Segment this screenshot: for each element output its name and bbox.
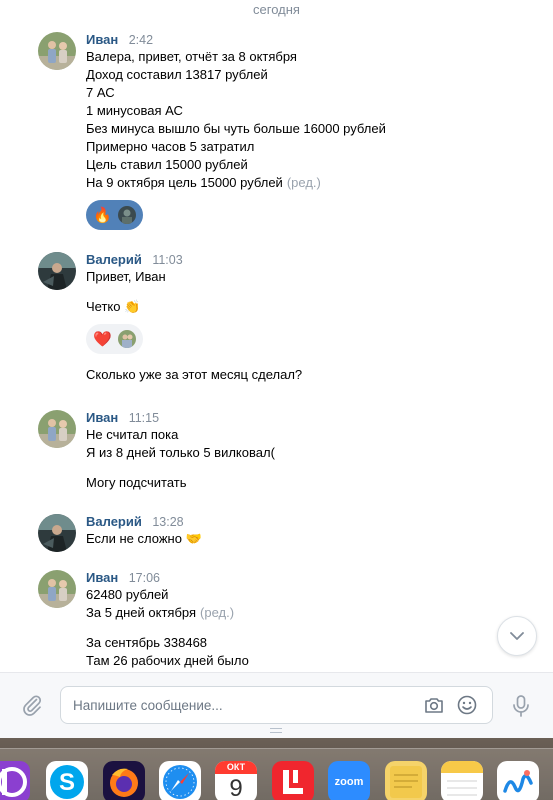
avatar-ivan[interactable] xyxy=(38,32,76,70)
fire-reaction-icon: 🔥 xyxy=(93,206,112,224)
message-text: На 9 октября цель 15000 рублей xyxy=(86,175,283,190)
message-text-line: Если не сложно 🤝 xyxy=(86,531,202,546)
emoji-button[interactable] xyxy=(455,693,479,717)
message-text-line: Привет, Иван xyxy=(86,269,166,284)
svg-text:S: S xyxy=(59,769,75,796)
message-text-line: Могу подсчитать xyxy=(86,475,187,490)
skype-icon: S xyxy=(50,765,84,799)
message-author[interactable]: Иван xyxy=(86,570,118,585)
message-text-line: 1 минусовая АС xyxy=(86,103,183,118)
camera-icon xyxy=(425,698,443,713)
reactions-bar[interactable]: ❤️ xyxy=(86,324,143,354)
message-text-line: Четко 👏 xyxy=(86,299,141,314)
calendar-month: ОКТ xyxy=(215,761,257,774)
message-text-line: Цель ставил 15000 рублей xyxy=(86,157,248,172)
message-text-line: 62480 рублей xyxy=(86,587,169,602)
dock-app-freeform[interactable] xyxy=(497,761,539,800)
message-time: 13:28 xyxy=(152,515,184,529)
zoom-label: zoom xyxy=(334,776,364,788)
dock-app-red-l[interactable] xyxy=(272,761,314,800)
app-l-icon xyxy=(283,770,303,794)
message-author[interactable]: Валерий xyxy=(86,514,142,529)
message-text-line: Сколько уже за этот месяц сделал? xyxy=(86,367,303,382)
chevron-down-icon xyxy=(510,631,524,640)
chat-history[interactable]: сегодня Иван 2:42 Валера, привет, отчёт … xyxy=(0,0,553,672)
message-text-line: Без минуса вышло бы чуть больше 16000 ру… xyxy=(86,121,386,136)
freeform-icon xyxy=(503,770,533,793)
camera-button[interactable] xyxy=(422,693,446,717)
message-ivan-3: Иван 17:06 62480 рублей За 5 дней октябр… xyxy=(38,570,533,670)
attach-button[interactable] xyxy=(20,693,44,717)
edited-label: (ред.) xyxy=(286,175,321,190)
safari-icon xyxy=(163,765,197,799)
edited-label: (ред.) xyxy=(200,605,235,620)
message-text-line: 7 АС xyxy=(86,85,115,100)
message-text-line: Примерно часов 5 затратил xyxy=(86,139,255,154)
reactor-avatar xyxy=(117,330,136,348)
scroll-to-bottom-button[interactable] xyxy=(497,616,537,656)
message-text-line: Валера, привет, отчёт за 8 октября xyxy=(86,49,297,64)
message-text-line: Доход составил 13817 рублей xyxy=(86,67,268,82)
message-ivan-1: Иван 2:42 Валера, привет, отчёт за 8 окт… xyxy=(38,32,533,242)
message-composer xyxy=(0,672,553,738)
smile-icon xyxy=(457,695,477,715)
dock-app-safari[interactable] xyxy=(159,761,201,800)
calendar-day: 9 xyxy=(229,775,243,800)
message-text-line: За сентябрь 338468 xyxy=(86,635,208,650)
dock-app-stickies[interactable] xyxy=(385,761,427,800)
app-d-icon xyxy=(0,767,27,797)
avatar-valeriy[interactable] xyxy=(38,514,76,552)
microphone-icon xyxy=(513,695,529,717)
message-time: 2:42 xyxy=(128,33,154,47)
dock: S ОКТ 9 zoom xyxy=(0,738,553,800)
reactor-avatar xyxy=(117,206,136,224)
message-text: За 5 дней октября xyxy=(86,605,197,620)
date-separator: сегодня xyxy=(253,2,300,17)
avatar-ivan[interactable] xyxy=(38,410,76,448)
message-valeriy-1: Валерий 11:03 Привет, Иван Четко 👏 ❤️ Ск… xyxy=(38,252,533,392)
message-text-line: За 5 дней октября (ред.) xyxy=(86,604,533,622)
message-text-line: На 9 октября цель 15000 рублей (ред.) xyxy=(86,174,533,192)
message-input-box xyxy=(60,686,493,724)
message-time: 11:03 xyxy=(152,253,183,267)
message-text-line: Я из 8 дней только 5 вилковал( xyxy=(86,445,275,460)
message-ivan-2: Иван 11:15 Не считал пока Я из 8 дней то… xyxy=(38,410,533,500)
dock-app-skype[interactable]: S xyxy=(46,761,88,800)
reactions-bar[interactable]: 🔥 xyxy=(86,200,143,230)
message-author[interactable]: Валерий xyxy=(86,252,142,267)
message-valeriy-2: Валерий 13:28 Если не сложно 🤝 xyxy=(38,514,533,554)
message-text-line: Там 26 рабочих дней было xyxy=(86,653,249,668)
dock-app-notes[interactable] xyxy=(441,761,483,800)
stickies-icon xyxy=(390,766,422,798)
firefox-icon xyxy=(110,768,138,797)
voice-message-button[interactable] xyxy=(509,693,533,719)
dock-app-firefox[interactable] xyxy=(103,761,145,800)
notes-icon xyxy=(441,761,483,796)
dock-app-d[interactable] xyxy=(0,761,30,800)
avatar-ivan[interactable] xyxy=(38,570,76,608)
message-text-line: Не считал пока xyxy=(86,427,179,442)
message-author[interactable]: Иван xyxy=(86,32,118,47)
dock-app-calendar[interactable]: ОКТ 9 xyxy=(215,761,257,800)
heart-reaction-icon: ❤️ xyxy=(93,330,112,348)
message-author[interactable]: Иван xyxy=(86,410,118,425)
resize-grip[interactable] xyxy=(270,728,282,733)
paperclip-icon xyxy=(23,695,42,716)
avatar-valeriy[interactable] xyxy=(38,252,76,290)
dock-app-zoom[interactable]: zoom xyxy=(328,761,370,800)
message-time: 11:15 xyxy=(128,411,160,425)
message-input[interactable] xyxy=(73,687,403,723)
message-time: 17:06 xyxy=(128,571,160,585)
